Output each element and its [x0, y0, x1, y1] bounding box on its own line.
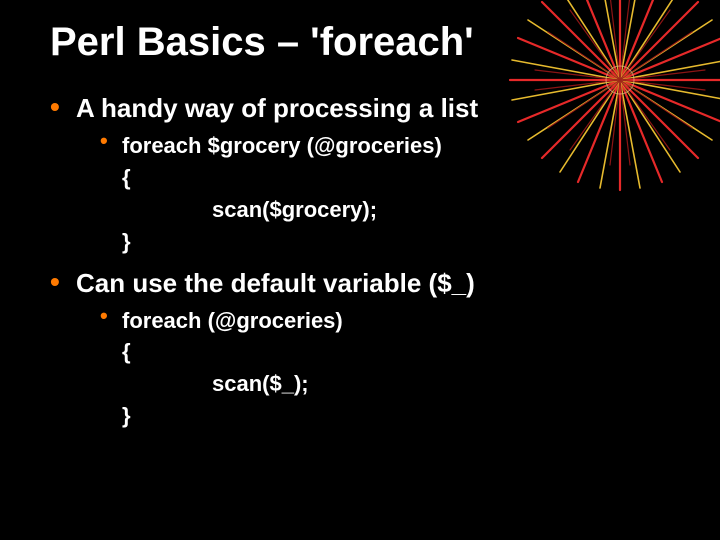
code2-line4: } [122, 400, 690, 432]
code1-line4: } [122, 226, 690, 258]
code1-line3: scan($grocery); [122, 194, 690, 226]
code2-line1: foreach (@groceries) [122, 305, 690, 337]
code-block-1: foreach $grocery (@groceries) { scan($gr… [100, 130, 690, 258]
code2-line3: scan($_); [122, 368, 690, 400]
bullet-2-text: Can use the default variable ($_) [76, 268, 475, 298]
slide: Perl Basics – 'foreach' A handy way of p… [0, 0, 720, 540]
bullet-list: A handy way of processing a list foreach… [50, 93, 690, 432]
bullet-2: Can use the default variable ($_) foreac… [50, 268, 690, 433]
code2-line2: { [122, 336, 690, 368]
code1-line1: foreach $grocery (@groceries) [122, 130, 690, 162]
bullet-1: A handy way of processing a list foreach… [50, 93, 690, 258]
code1-line2: { [122, 162, 690, 194]
code-block-2: foreach (@groceries) { scan($_); } [100, 305, 690, 433]
bullet-1-text: A handy way of processing a list [76, 93, 478, 123]
slide-title: Perl Basics – 'foreach' [50, 20, 690, 65]
